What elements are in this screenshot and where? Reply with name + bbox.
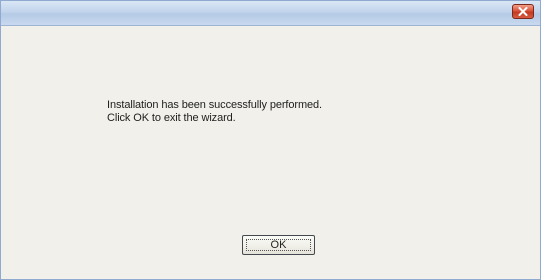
title-bar[interactable] — [1, 1, 540, 26]
message-line-2: Click OK to exit the wizard. — [107, 112, 236, 124]
installer-dialog-window: Installation has been successfully perfo… — [0, 0, 541, 280]
close-button[interactable] — [512, 4, 534, 19]
ok-button[interactable]: OK — [242, 235, 315, 255]
message-line-1: Installation has been successfully perfo… — [107, 99, 323, 111]
ok-button-label: OK — [270, 239, 287, 251]
completion-message: Installation has been successfully perfo… — [107, 99, 322, 125]
dialog-content: Installation has been successfully perfo… — [1, 26, 540, 279]
close-icon — [518, 7, 528, 16]
